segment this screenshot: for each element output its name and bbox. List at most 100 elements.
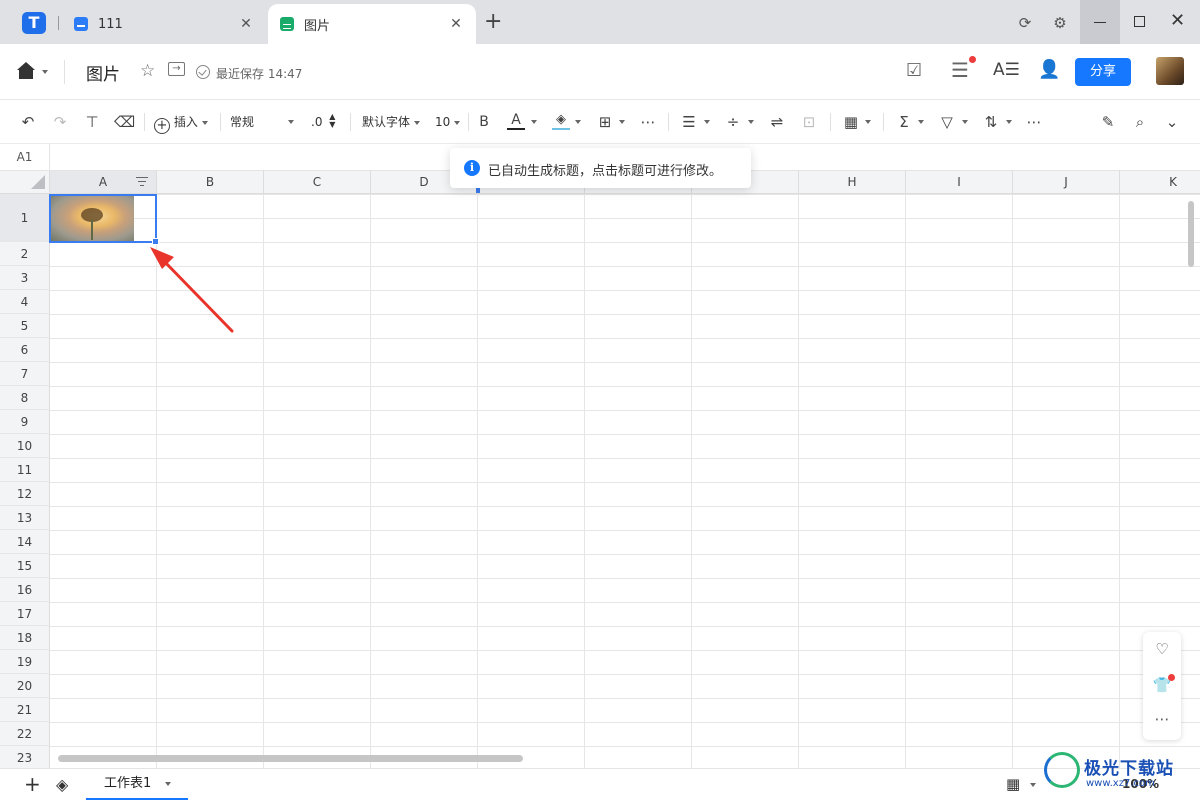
column-header-c[interactable]: C (264, 171, 371, 194)
conditional-format-icon[interactable]: ▦ (842, 112, 860, 132)
filter-icon[interactable]: ▽ (938, 112, 956, 132)
menu-list-icon[interactable]: ☰ (951, 58, 969, 82)
spreadsheet-grid[interactable]: ABCDEFGHIJK 1234567891011121314151617181… (0, 171, 1200, 768)
tab-doc-111[interactable]: 111 ✕ (62, 4, 266, 44)
chevron-down-icon (288, 120, 294, 124)
chevron-down-icon[interactable] (704, 120, 710, 124)
auto-title-toast: i 已自动生成标题，点击标题可进行修改。 (450, 148, 751, 188)
eraser-icon[interactable]: ⌫ (114, 112, 135, 132)
chevron-down-icon[interactable] (1030, 783, 1036, 787)
row-header-8[interactable]: 8 (0, 386, 50, 410)
row-header-18[interactable]: 18 (0, 626, 50, 650)
star-icon[interactable]: ☆ (140, 61, 155, 81)
redo-icon[interactable]: ↷ (50, 112, 70, 132)
chevron-down-icon[interactable] (619, 120, 625, 124)
horizontal-align-icon[interactable]: ☰ (680, 112, 698, 132)
row-header-20[interactable]: 20 (0, 674, 50, 698)
font-color-icon[interactable]: A (507, 112, 525, 130)
row-header-17[interactable]: 17 (0, 602, 50, 626)
column-header-h[interactable]: H (799, 171, 906, 194)
wrap-text-icon[interactable]: ⇌ (768, 112, 786, 132)
chevron-down-icon[interactable] (575, 120, 581, 124)
window-maximize-button[interactable] (1134, 16, 1145, 27)
sheet-layers-icon[interactable]: ◈ (56, 775, 68, 794)
chevron-down-icon[interactable] (865, 120, 871, 124)
merge-cells-icon[interactable]: ⊡ (800, 112, 818, 132)
app-logo-icon[interactable]: T (22, 12, 46, 34)
tab-label: 111 (98, 16, 123, 32)
text-style-icon[interactable]: A☰ (993, 60, 1020, 80)
row-header-12[interactable]: 12 (0, 482, 50, 506)
row-header-21[interactable]: 21 (0, 698, 50, 722)
row-header-16[interactable]: 16 (0, 578, 50, 602)
insert-menu[interactable]: + 插入 (154, 112, 208, 134)
column-header-i[interactable]: I (906, 171, 1013, 194)
more-dots-icon[interactable]: ⋯ (1143, 710, 1181, 728)
row-header-11[interactable]: 11 (0, 458, 50, 482)
horizontal-scrollbar[interactable] (58, 755, 523, 762)
row-header-19[interactable]: 19 (0, 650, 50, 674)
row-header-14[interactable]: 14 (0, 530, 50, 554)
column-header-k[interactable]: K (1120, 171, 1200, 194)
border-icon[interactable]: ⊞ (596, 112, 614, 132)
notification-dot (969, 56, 976, 63)
chevron-down-icon[interactable] (1006, 120, 1012, 124)
undo-icon[interactable]: ↶ (18, 112, 38, 132)
fill-color-icon[interactable]: ◈ (552, 112, 570, 130)
decimal-stepper[interactable]: .0 ▲ ▼ (311, 112, 335, 132)
window-minimize-button[interactable] (1080, 0, 1120, 44)
sort-icon[interactable]: ⇅ (982, 112, 1000, 132)
toolbar-divider (220, 113, 221, 131)
close-icon[interactable]: ✕ (238, 16, 254, 32)
brush-icon[interactable]: ✎ (1098, 112, 1118, 132)
heart-icon[interactable]: ♡ (1143, 640, 1181, 658)
row-header-9[interactable]: 9 (0, 410, 50, 434)
vertical-align-icon[interactable]: ÷ (724, 112, 742, 132)
font-family-select[interactable]: 默认字体 (362, 112, 420, 132)
avatar[interactable] (1156, 57, 1184, 85)
chevron-down-icon[interactable] (531, 120, 537, 124)
tab-sheet-active[interactable]: 图片 ✕ (268, 4, 476, 44)
row-header-13[interactable]: 13 (0, 506, 50, 530)
cell-reference-box[interactable]: A1 (0, 144, 50, 170)
sheet-tab-1[interactable]: 工作表1 (86, 769, 188, 800)
format-painter-icon[interactable]: ⊤ (82, 112, 102, 132)
row-header-22[interactable]: 22 (0, 722, 50, 746)
collapse-toolbar-chevron-icon[interactable]: ⌄ (1162, 112, 1182, 132)
sheet-bar: + ◈ 工作表1 ▦ 100% (0, 768, 1200, 800)
notification-dot (1168, 674, 1175, 681)
sync-icon[interactable]: ⟳ (1014, 12, 1036, 34)
window-close-button[interactable]: ✕ (1170, 10, 1185, 31)
more-format-icon[interactable]: ⋯ (638, 112, 658, 132)
chevron-down-icon[interactable] (42, 70, 48, 74)
move-to-icon[interactable]: → (168, 62, 185, 76)
sum-icon[interactable]: Σ (895, 112, 913, 132)
settings-gear-icon[interactable]: ⚙ (1049, 12, 1071, 34)
more-tools-icon[interactable]: ⋯ (1024, 112, 1044, 132)
row-header-10[interactable]: 10 (0, 434, 50, 458)
share-button[interactable]: 分享 (1075, 58, 1131, 86)
home-icon[interactable] (16, 62, 36, 80)
bold-icon[interactable]: B (476, 112, 492, 132)
document-title[interactable]: 图片 (86, 60, 120, 85)
chevron-down-icon (201, 120, 208, 125)
add-collaborator-icon[interactable]: 👤 (1038, 59, 1060, 80)
chevron-down-icon[interactable] (748, 120, 754, 124)
column-header-j[interactable]: J (1013, 171, 1120, 194)
task-check-icon[interactable]: ☑ (906, 60, 922, 81)
add-sheet-plus-icon[interactable]: + (24, 772, 41, 796)
close-icon[interactable]: ✕ (448, 16, 464, 32)
search-icon[interactable]: ⌕ (1130, 112, 1150, 132)
vertical-scrollbar[interactable] (1188, 201, 1194, 267)
number-format-select[interactable]: 常规 (230, 112, 296, 132)
row-header-7[interactable]: 7 (0, 362, 50, 386)
font-size-select[interactable]: 10 (435, 112, 461, 132)
grid-view-icon[interactable]: ▦ (1006, 775, 1020, 793)
new-tab-plus-icon[interactable]: + (484, 10, 502, 34)
chevron-down-icon[interactable] (962, 120, 968, 124)
tshirt-skin-icon[interactable]: 👕 (1143, 676, 1181, 694)
row-header-23[interactable]: 23 (0, 746, 50, 768)
chevron-down-icon[interactable] (918, 120, 924, 124)
row-header-15[interactable]: 15 (0, 554, 50, 578)
stepper-arrows-icon: ▲ ▼ (329, 112, 336, 129)
